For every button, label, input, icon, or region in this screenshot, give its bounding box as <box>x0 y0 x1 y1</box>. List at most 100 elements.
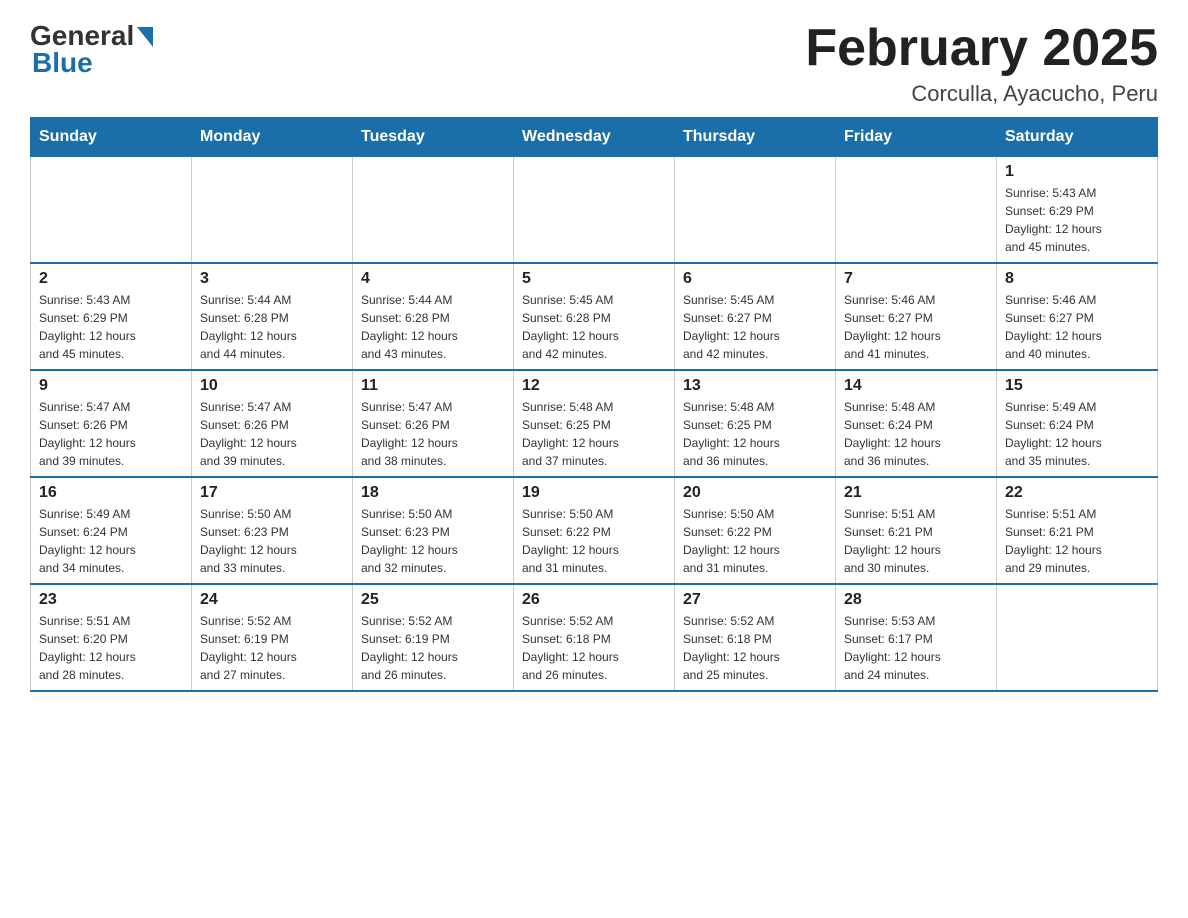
day-info: Sunrise: 5:45 AM Sunset: 6:27 PM Dayligh… <box>683 291 827 363</box>
calendar-cell: 13 Sunrise: 5:48 AM Sunset: 6:25 PM Dayli… <box>675 370 836 477</box>
day-header-tuesday: Tuesday <box>353 118 514 157</box>
calendar-cell <box>514 157 675 264</box>
day-info: Sunrise: 5:45 AM Sunset: 6:28 PM Dayligh… <box>522 291 666 363</box>
calendar-cell: 22 Sunrise: 5:51 AM Sunset: 6:21 PM Dayli… <box>997 477 1158 584</box>
calendar-cell: 10 Sunrise: 5:47 AM Sunset: 6:26 PM Dayli… <box>192 370 353 477</box>
calendar-cell: 28 Sunrise: 5:53 AM Sunset: 6:17 PM Dayli… <box>836 584 997 691</box>
day-number: 11 <box>361 377 505 395</box>
day-info: Sunrise: 5:52 AM Sunset: 6:18 PM Dayligh… <box>522 612 666 684</box>
day-header-wednesday: Wednesday <box>514 118 675 157</box>
day-info: Sunrise: 5:48 AM Sunset: 6:25 PM Dayligh… <box>683 398 827 470</box>
day-info: Sunrise: 5:48 AM Sunset: 6:24 PM Dayligh… <box>844 398 988 470</box>
calendar-cell: 18Sunrise: 5:50 AM Sunset: 6:23 PM Dayli… <box>353 477 514 584</box>
day-number: 21 <box>844 484 988 502</box>
calendar-week-row: 23 Sunrise: 5:51 AM Sunset: 6:20 PM Dayli… <box>31 584 1158 691</box>
day-info: Sunrise: 5:52 AM Sunset: 6:19 PM Dayligh… <box>361 612 505 684</box>
page-header: General Blue February 2025 Corculla, Aya… <box>30 20 1158 107</box>
day-number: 12 <box>522 377 666 395</box>
calendar-cell: 21 Sunrise: 5:51 AM Sunset: 6:21 PM Dayli… <box>836 477 997 584</box>
day-number: 26 <box>522 591 666 609</box>
logo-arrow-icon <box>137 27 153 47</box>
day-number: 2 <box>39 270 183 288</box>
day-number: 17 <box>200 484 344 502</box>
day-number: 10 <box>200 377 344 395</box>
calendar-cell: 11 Sunrise: 5:47 AM Sunset: 6:26 PM Dayli… <box>353 370 514 477</box>
day-number: 25 <box>361 591 505 609</box>
calendar-cell: 19 Sunrise: 5:50 AM Sunset: 6:22 PM Dayli… <box>514 477 675 584</box>
day-number: 8 <box>1005 270 1149 288</box>
day-info: Sunrise: 5:43 AM Sunset: 6:29 PM Dayligh… <box>1005 184 1149 256</box>
day-number: 27 <box>683 591 827 609</box>
day-number: 13 <box>683 377 827 395</box>
day-number: 22 <box>1005 484 1149 502</box>
logo-blue-text: Blue <box>32 47 93 79</box>
day-info: Sunrise: 5:43 AM Sunset: 6:29 PM Dayligh… <box>39 291 183 363</box>
calendar-week-row: 16 Sunrise: 5:49 AM Sunset: 6:24 PM Dayli… <box>31 477 1158 584</box>
day-info: Sunrise: 5:49 AM Sunset: 6:24 PM Dayligh… <box>1005 398 1149 470</box>
calendar-header-row: SundayMondayTuesdayWednesdayThursdayFrid… <box>31 118 1158 157</box>
day-info: Sunrise: 5:47 AM Sunset: 6:26 PM Dayligh… <box>361 398 505 470</box>
day-number: 15 <box>1005 377 1149 395</box>
calendar-cell: 14 Sunrise: 5:48 AM Sunset: 6:24 PM Dayli… <box>836 370 997 477</box>
calendar-cell: 3 Sunrise: 5:44 AM Sunset: 6:28 PM Daylig… <box>192 263 353 370</box>
calendar-table: SundayMondayTuesdayWednesdayThursdayFrid… <box>30 117 1158 692</box>
calendar-cell: 17 Sunrise: 5:50 AM Sunset: 6:23 PM Dayli… <box>192 477 353 584</box>
day-info: Sunrise: 5:51 AM Sunset: 6:21 PM Dayligh… <box>1005 505 1149 577</box>
calendar-week-row: 2 Sunrise: 5:43 AM Sunset: 6:29 PM Daylig… <box>31 263 1158 370</box>
day-number: 16 <box>39 484 183 502</box>
calendar-cell <box>675 157 836 264</box>
calendar-cell: 24 Sunrise: 5:52 AM Sunset: 6:19 PM Dayli… <box>192 584 353 691</box>
day-info: Sunrise: 5:52 AM Sunset: 6:19 PM Dayligh… <box>200 612 344 684</box>
logo: General Blue <box>30 20 153 79</box>
calendar-cell: 8 Sunrise: 5:46 AM Sunset: 6:27 PM Daylig… <box>997 263 1158 370</box>
calendar-cell: 5Sunrise: 5:45 AM Sunset: 6:28 PM Daylig… <box>514 263 675 370</box>
calendar-cell <box>836 157 997 264</box>
day-info: Sunrise: 5:51 AM Sunset: 6:21 PM Dayligh… <box>844 505 988 577</box>
calendar-cell: 1 Sunrise: 5:43 AM Sunset: 6:29 PM Daylig… <box>997 157 1158 264</box>
day-header-thursday: Thursday <box>675 118 836 157</box>
day-info: Sunrise: 5:44 AM Sunset: 6:28 PM Dayligh… <box>200 291 344 363</box>
day-info: Sunrise: 5:47 AM Sunset: 6:26 PM Dayligh… <box>200 398 344 470</box>
day-number: 4 <box>361 270 505 288</box>
calendar-week-row: 9Sunrise: 5:47 AM Sunset: 6:26 PM Daylig… <box>31 370 1158 477</box>
calendar-cell: 23 Sunrise: 5:51 AM Sunset: 6:20 PM Dayli… <box>31 584 192 691</box>
title-block: February 2025 Corculla, Ayacucho, Peru <box>805 20 1158 107</box>
calendar-cell <box>192 157 353 264</box>
main-title: February 2025 <box>805 20 1158 77</box>
calendar-cell: 16 Sunrise: 5:49 AM Sunset: 6:24 PM Dayli… <box>31 477 192 584</box>
day-number: 6 <box>683 270 827 288</box>
day-info: Sunrise: 5:49 AM Sunset: 6:24 PM Dayligh… <box>39 505 183 577</box>
day-header-monday: Monday <box>192 118 353 157</box>
day-info: Sunrise: 5:46 AM Sunset: 6:27 PM Dayligh… <box>1005 291 1149 363</box>
day-info: Sunrise: 5:48 AM Sunset: 6:25 PM Dayligh… <box>522 398 666 470</box>
day-info: Sunrise: 5:52 AM Sunset: 6:18 PM Dayligh… <box>683 612 827 684</box>
day-number: 24 <box>200 591 344 609</box>
day-number: 7 <box>844 270 988 288</box>
day-number: 20 <box>683 484 827 502</box>
day-header-saturday: Saturday <box>997 118 1158 157</box>
day-header-friday: Friday <box>836 118 997 157</box>
calendar-cell: 25 Sunrise: 5:52 AM Sunset: 6:19 PM Dayli… <box>353 584 514 691</box>
day-info: Sunrise: 5:51 AM Sunset: 6:20 PM Dayligh… <box>39 612 183 684</box>
calendar-week-row: 1 Sunrise: 5:43 AM Sunset: 6:29 PM Daylig… <box>31 157 1158 264</box>
day-number: 1 <box>1005 163 1149 181</box>
day-number: 19 <box>522 484 666 502</box>
calendar-cell: 26 Sunrise: 5:52 AM Sunset: 6:18 PM Dayli… <box>514 584 675 691</box>
day-info: Sunrise: 5:50 AM Sunset: 6:22 PM Dayligh… <box>522 505 666 577</box>
calendar-cell: 6 Sunrise: 5:45 AM Sunset: 6:27 PM Daylig… <box>675 263 836 370</box>
day-info: Sunrise: 5:44 AM Sunset: 6:28 PM Dayligh… <box>361 291 505 363</box>
day-header-sunday: Sunday <box>31 118 192 157</box>
day-info: Sunrise: 5:50 AM Sunset: 6:23 PM Dayligh… <box>200 505 344 577</box>
day-number: 14 <box>844 377 988 395</box>
day-info: Sunrise: 5:47 AM Sunset: 6:26 PM Dayligh… <box>39 398 183 470</box>
day-number: 3 <box>200 270 344 288</box>
day-number: 23 <box>39 591 183 609</box>
day-number: 28 <box>844 591 988 609</box>
day-info: Sunrise: 5:50 AM Sunset: 6:22 PM Dayligh… <box>683 505 827 577</box>
day-number: 18 <box>361 484 505 502</box>
calendar-cell <box>353 157 514 264</box>
calendar-cell: 2 Sunrise: 5:43 AM Sunset: 6:29 PM Daylig… <box>31 263 192 370</box>
day-info: Sunrise: 5:53 AM Sunset: 6:17 PM Dayligh… <box>844 612 988 684</box>
calendar-cell: 15 Sunrise: 5:49 AM Sunset: 6:24 PM Dayli… <box>997 370 1158 477</box>
calendar-cell: 7Sunrise: 5:46 AM Sunset: 6:27 PM Daylig… <box>836 263 997 370</box>
